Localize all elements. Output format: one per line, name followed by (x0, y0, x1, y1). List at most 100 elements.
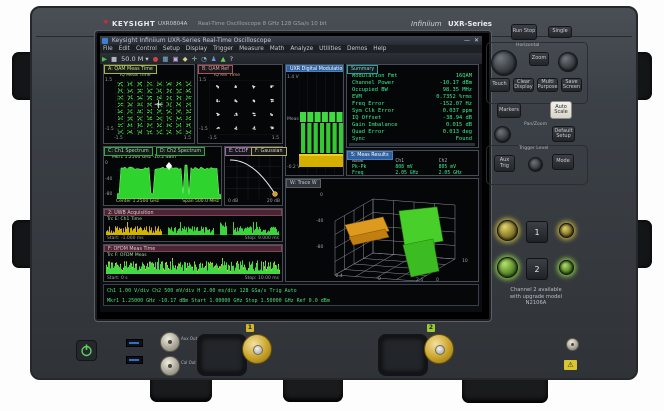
trigger-level-knob[interactable] (528, 157, 543, 172)
cal-out-connector[interactable] (160, 356, 180, 376)
power-button[interactable] (76, 340, 97, 361)
ch2-button[interactable]: 2 (526, 258, 548, 280)
tab-ch2-spectrum[interactable]: D: Ch2 Spectrum (156, 147, 205, 156)
panel-qam-meas-constellation[interactable]: A: QAM Meas Time IQ Meas Time 1.5 -1.5 -… (103, 64, 195, 144)
menu-item-setup[interactable]: Setup (160, 45, 183, 53)
panel-meas-results[interactable]: 5: Meas Results NameCh1Ch2Pk-Pk808 mV805… (346, 150, 479, 176)
keysight-logo-icon: ✶ (102, 18, 110, 28)
status-line-1: Ch1 1.00 V/div Ch2 500 mV/div H 2.00 ms/… (107, 286, 475, 296)
single-button[interactable]: Single (548, 26, 572, 38)
const-a-xleft: -1.5 (114, 136, 123, 141)
summary-row: IQ Offset-38.94 dB (348, 115, 476, 122)
panel-qam-ref-constellation[interactable]: B: QAM Ref IQ Ref Time 1.5 -1.5 -1.5 1.5 (197, 64, 283, 144)
panel-spectrum[interactable]: C: Ch1 Spectrum D: Ch2 Spectrum Mkr1 1.2… (103, 146, 222, 206)
meas-cell: Freq (348, 171, 391, 177)
window-titlebar[interactable]: Keysight Infiniium UXR-Series Real-Time … (100, 36, 482, 45)
run-stop-button[interactable]: Run Stop (511, 24, 537, 40)
save-screen-button[interactable]: Save Screen (561, 78, 582, 92)
ofdm-xleft: Start: 0 s (107, 276, 128, 281)
tab-meas-results[interactable]: 5: Meas Results (347, 151, 393, 160)
tab-trace-w[interactable]: W: Trace W (286, 179, 321, 188)
auto-scale-button[interactable]: Auto Scale (550, 101, 572, 119)
menu-item-utilities[interactable]: Utilities (316, 45, 344, 53)
usb-port-1[interactable] (126, 339, 143, 347)
menu-item-analyze[interactable]: Analyze (287, 45, 316, 53)
summary-value: 16QAM (456, 73, 472, 80)
power-icon (77, 341, 96, 360)
clear-display-button[interactable]: Clear Display (513, 78, 534, 92)
default-setup-button[interactable]: Default Setup (552, 126, 575, 142)
ch1-button[interactable]: 1 (526, 221, 548, 243)
ch2-scale-knob[interactable] (497, 257, 518, 278)
menu-item-demos[interactable]: Demos (344, 45, 370, 53)
panel-uwb-acquisition[interactable]: 2: UWB Acquisition Trc E: Ch1 Time Start… (103, 208, 283, 242)
tab-qam-ref[interactable]: B: QAM Ref (198, 65, 233, 74)
trigger-in-jack[interactable] (566, 338, 579, 351)
spectro3d-z2: 10 (462, 259, 468, 264)
tab-ofdm-meas-time[interactable]: F: OFDM Meas Time (104, 245, 282, 252)
channel1-input-connector[interactable] (242, 334, 272, 364)
status-line-2: Mkr1 1.25000 GHz -10.17 dBm Start 1.0000… (107, 296, 475, 306)
summary-value: 98.35 MHz (443, 87, 472, 94)
uwb-xleft: Start: -1.000 ms (107, 236, 144, 241)
channel2-badge: 2 (427, 324, 435, 332)
touch-button[interactable]: Touch (489, 78, 510, 92)
tab-qam-meas[interactable]: A: QAM Meas Time (104, 65, 157, 74)
summary-label: Occupied BW (352, 87, 388, 94)
summary-value: -38.94 dB (443, 115, 472, 122)
trigger-mode-button[interactable]: Mode (552, 154, 574, 170)
aux-trig-button[interactable]: Aux Trig (494, 155, 515, 172)
minimize-button[interactable]: — (464, 36, 470, 45)
markers-button[interactable]: Markers (497, 103, 521, 118)
ch1-offset-knob[interactable] (559, 223, 574, 238)
summary-row: SyncFound (348, 136, 476, 143)
probe-slot-1[interactable] (197, 334, 247, 376)
menu-item-edit[interactable]: Edit (116, 45, 133, 53)
trigger-level-label: Trigger Level (519, 146, 548, 151)
ch1-scale-knob[interactable] (497, 220, 518, 241)
menu-item-help[interactable]: Help (370, 45, 389, 53)
aux-out-connector[interactable] (160, 332, 180, 352)
window-title: Keysight Infiniium UXR-Series Real-Time … (112, 37, 271, 44)
panel-summary[interactable]: Summary Modulation Fmt16QAMChannel Power… (346, 64, 479, 148)
spectrum-xleft: Center 1.2500 GHz (116, 199, 159, 204)
spectro3d-z1: 0 (436, 278, 439, 283)
menu-item-display[interactable]: Display (183, 45, 210, 53)
probe-slot-2[interactable] (378, 334, 428, 376)
horizontal-scale-knob[interactable] (491, 50, 517, 76)
ch2-offset-knob[interactable] (559, 260, 574, 275)
uwb-xright: Stop: 9.000 ms (245, 236, 279, 241)
usb-port-2[interactable] (126, 356, 143, 364)
summary-value: 0.013 deg (443, 129, 472, 136)
constellation-b-plot (209, 80, 281, 135)
panel-ofdm-meas-time[interactable]: F: OFDM Meas Time Trc F: OFDM Meas Start… (103, 244, 283, 282)
horizontal-position-knob[interactable] (558, 52, 578, 72)
menu-item-file[interactable]: File (100, 45, 116, 53)
close-button[interactable]: ✕ (474, 36, 479, 45)
summary-label: Modulation Fmt (352, 73, 397, 80)
multi-purpose-button[interactable]: Multi Purpose (537, 78, 558, 92)
summary-label: Sym Clk Error (352, 108, 394, 115)
tab-uwb-acquisition[interactable]: 2: UWB Acquisition (104, 209, 282, 216)
summary-scrollbar[interactable] (349, 143, 475, 146)
summary-label: EVM (352, 94, 362, 101)
pan-zoom-label: Pan/Zoom (524, 122, 547, 127)
tab-digital-modulation[interactable]: UXR Digital Modulation Trc (286, 65, 343, 72)
channel2-input-connector[interactable] (424, 334, 454, 364)
status-bar: Ch1 1.00 V/div Ch2 500 mV/div H 2.00 ms/… (103, 284, 479, 306)
tab-ch1-spectrum[interactable]: C: Ch1 Spectrum (104, 147, 153, 156)
panel-3d-spectrogram[interactable]: W: Trace W 0 -40 -80 -2.4 0 2.4 0 10 (285, 178, 479, 282)
tab-gaussian-ref[interactable]: F: Gaussian (251, 147, 287, 156)
zoom-button[interactable]: Zoom (529, 52, 549, 66)
tab-summary[interactable]: Summary (347, 65, 378, 74)
panel-ccdf[interactable]: E: CCDF F: Gaussian 0 dB 20 dB (224, 146, 283, 206)
menu-item-trigger[interactable]: Trigger (210, 45, 236, 53)
summary-row: Gain Imbalance0.015 dB (348, 122, 476, 129)
pan-zoom-knob[interactable] (494, 126, 511, 143)
panel-digital-modulation-eye[interactable]: UXR Digital Modulation Trc 1.4 V Meas -0… (285, 64, 344, 176)
summary-value: -10.17 dBm (440, 80, 472, 87)
menu-item-measure[interactable]: Measure (236, 45, 267, 53)
tab-ccdf[interactable]: E: CCDF (225, 147, 252, 156)
menu-item-control[interactable]: Control (133, 45, 160, 53)
menu-item-math[interactable]: Math (267, 45, 288, 53)
